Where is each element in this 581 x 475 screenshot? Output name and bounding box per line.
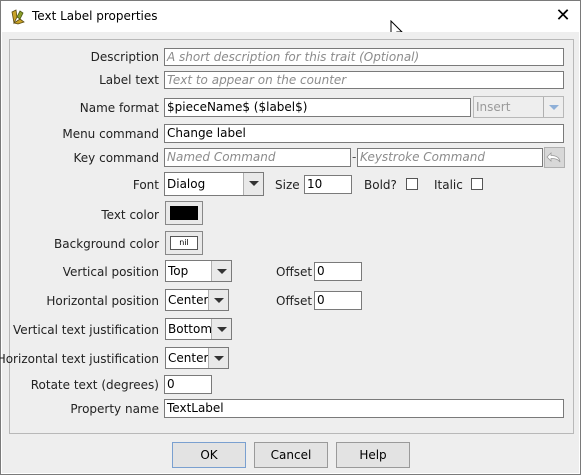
horizontal-position-dropdown[interactable]: Center xyxy=(165,289,229,311)
rotate-field[interactable]: 0 xyxy=(164,375,212,394)
property-name-label: Property name xyxy=(70,402,159,416)
menu-command-field[interactable]: Change label xyxy=(164,124,564,143)
horizontal-position-label: Horizontal position xyxy=(46,294,159,308)
property-name-field[interactable]: TextLabel xyxy=(164,399,564,418)
cancel-button[interactable]: Cancel xyxy=(254,442,328,468)
vertical-position-value: Top xyxy=(168,264,189,278)
window-title: Text Label properties xyxy=(32,9,158,23)
name-format-field[interactable]: $pieceName$ ($label$) xyxy=(164,98,471,117)
key-command-separator: - xyxy=(352,150,357,164)
insert-dropdown[interactable]: Insert xyxy=(473,96,564,118)
horizontal-offset-field[interactable]: 0 xyxy=(314,291,362,310)
vertical-position-dropdown[interactable]: Top xyxy=(165,260,232,282)
font-size-field[interactable]: 10 xyxy=(304,175,352,194)
name-format-label: Name format xyxy=(79,101,159,115)
close-icon[interactable]: ✕ xyxy=(550,4,576,28)
chevron-down-icon xyxy=(211,261,231,281)
undo-icon[interactable] xyxy=(544,147,565,168)
horizontal-justification-value: Center xyxy=(168,351,209,365)
background-color-button[interactable]: nil xyxy=(165,231,203,255)
vertical-position-label: Vertical position xyxy=(62,265,159,279)
bold-checkbox[interactable] xyxy=(406,178,418,190)
help-button[interactable]: Help xyxy=(336,442,410,468)
chevron-down-icon xyxy=(208,290,228,310)
horizontal-position-value: Center xyxy=(168,293,209,307)
vertical-justification-value: Bottom xyxy=(168,322,213,336)
background-color-swatch: nil xyxy=(170,236,198,250)
description-label: Description xyxy=(90,50,159,64)
size-label: Size xyxy=(275,178,300,192)
background-color-label: Background color xyxy=(54,237,159,251)
rotate-label: Rotate text (degrees) xyxy=(30,378,159,392)
dialog-content: Description A short description for this… xyxy=(0,32,579,473)
horizontal-offset-label: Offset xyxy=(276,294,313,308)
label-text-label: Label text xyxy=(99,73,159,87)
text-color-label: Text color xyxy=(101,208,159,222)
insert-dropdown-label: Insert xyxy=(476,100,511,114)
text-color-swatch xyxy=(170,206,198,220)
ok-button[interactable]: OK xyxy=(172,442,246,468)
italic-label: Italic xyxy=(434,178,463,192)
named-command-field[interactable]: Named Command xyxy=(164,148,351,167)
title-bar: Text Label properties ✕ xyxy=(1,1,580,41)
bold-label: Bold? xyxy=(364,178,397,192)
vassal-app-icon xyxy=(11,9,25,25)
text-color-button[interactable] xyxy=(165,201,203,225)
horizontal-justification-dropdown[interactable]: Center xyxy=(165,347,229,369)
key-command-label: Key command xyxy=(73,151,159,165)
chevron-down-icon xyxy=(243,173,263,195)
font-label: Font xyxy=(132,178,159,192)
font-value: Dialog xyxy=(167,177,206,191)
label-text-field[interactable]: Text to appear on the counter xyxy=(164,71,564,89)
menu-command-label: Menu command xyxy=(62,127,159,141)
description-field[interactable]: A short description for this trait (Opti… xyxy=(164,48,564,66)
vertical-justification-dropdown[interactable]: Bottom xyxy=(165,318,232,340)
font-dropdown[interactable]: Dialog xyxy=(164,172,264,196)
vertical-offset-label: Offset xyxy=(276,265,313,279)
italic-checkbox[interactable] xyxy=(471,178,483,190)
chevron-down-icon xyxy=(543,97,563,117)
vertical-justification-label: Vertical text justification xyxy=(13,323,159,337)
horizontal-justification-label: Horizontal text justification xyxy=(0,352,159,366)
chevron-down-icon xyxy=(208,348,228,368)
dialog-window: Text Label properties ✕ Description A sh… xyxy=(0,0,581,475)
vertical-offset-field[interactable]: 0 xyxy=(314,262,362,281)
chevron-down-icon xyxy=(211,319,231,339)
keystroke-command-field[interactable]: Keystroke Command xyxy=(357,148,543,167)
